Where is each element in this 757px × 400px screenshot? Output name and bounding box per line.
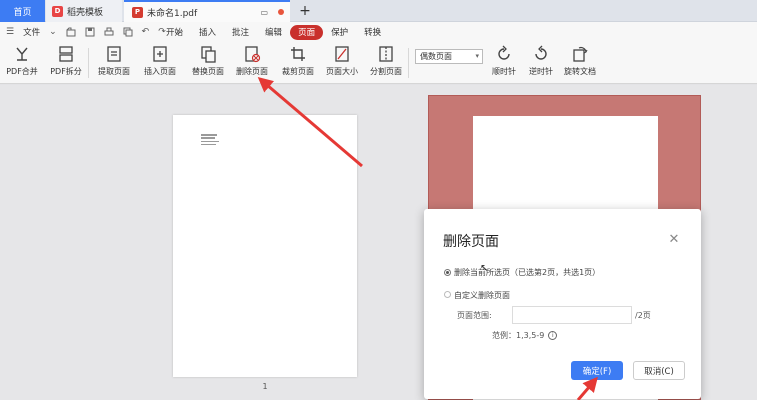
cancel-button[interactable]: 取消(C) — [633, 361, 685, 380]
tool-pdf-split-button[interactable]: PDF拆分 — [42, 45, 90, 77]
tool-replace-page-button[interactable]: 替换页面 — [184, 45, 232, 77]
page-size-icon — [335, 46, 349, 62]
menu-bar: ☰ 文件 ⌄ ↶ ↷ ⌄ 开始 插入 批注 编辑 页面 保护 转换 — [0, 22, 757, 42]
menu-tab-1[interactable]: 插入 — [191, 25, 224, 40]
docer-logo-icon: D — [52, 5, 63, 17]
tab-document[interactable]: P 未命名1.pdf ▭ — [124, 0, 290, 22]
open-folder-icon[interactable] — [66, 27, 76, 37]
tool-label: 替换页面 — [192, 67, 224, 76]
replace-page-icon — [201, 46, 216, 63]
tool-page-size-button[interactable]: 页面大小 — [318, 45, 366, 77]
save-icon[interactable] — [85, 27, 95, 37]
page-range-select-value: 偶数页面 — [420, 52, 452, 61]
page-range-total: /2页 — [635, 311, 651, 320]
tool-rotate-document-button[interactable]: 旋转文档 — [556, 45, 604, 77]
tab-template[interactable]: D 稻壳模板 — [46, 0, 122, 22]
menu-tabs: 开始 插入 批注 编辑 页面 保护 转换 — [158, 22, 389, 42]
dialog-title: 删除页面 — [443, 234, 499, 250]
unsaved-dot-icon[interactable] — [278, 9, 284, 15]
tool-label: 旋转文档 — [564, 67, 596, 76]
pdf-file-icon: P — [132, 6, 143, 18]
mouse-cursor-icon: ↖ — [480, 263, 489, 274]
ribbon-toolbar: PDF合并 PDF拆分 提取页面 插入页面 替换页面 删除页面 裁剪页面 页面大小 分割页面 顺时… — [0, 42, 757, 84]
tool-label: 插入页面 — [144, 67, 176, 76]
rotate-counterclockwise-icon — [535, 45, 547, 60]
close-icon[interactable]: ✕ — [667, 232, 681, 247]
rotate-document-icon — [573, 46, 588, 62]
tool-label: 裁剪页面 — [282, 67, 314, 76]
tool-split-page-button[interactable]: 分割页面 — [362, 45, 410, 77]
title-bar: 首页 D 稻壳模板 P 未命名1.pdf ▭ + — [0, 0, 757, 22]
tool-pdf-merge-button[interactable]: PDF合并 — [0, 45, 46, 77]
custom-delete-label[interactable]: 自定义删除页面 — [454, 290, 510, 301]
tool-label: 删除页面 — [236, 67, 268, 76]
split-page-icon — [379, 46, 393, 62]
tool-label: PDF拆分 — [50, 67, 82, 76]
menu-tab-2[interactable]: 批注 — [224, 25, 257, 40]
tool-label: 提取页面 — [98, 67, 130, 76]
wps-pdf-window: 首页 D 稻壳模板 P 未命名1.pdf ▭ + ☰ 文件 ⌄ ↶ ↷ ⌄ 开始… — [0, 0, 757, 400]
hamburger-icon[interactable]: ☰ — [6, 27, 14, 37]
delete-page-dialog: 删除页面 ✕ 删除当前所选页（已选第2页，共选1页） 自定义删除页面 页面范围:… — [424, 209, 701, 399]
delete-page-icon — [245, 46, 261, 63]
tab-home-label: 首页 — [13, 7, 32, 18]
tool-label: 逆时针 — [529, 67, 553, 76]
tab-template-label: 稻壳模板 — [67, 7, 104, 18]
custom-delete-radio[interactable] — [444, 291, 451, 298]
tab-home[interactable]: 首页 — [0, 0, 45, 22]
print-icon[interactable] — [104, 27, 114, 37]
extract-page-icon — [107, 46, 121, 62]
menu-tab-0[interactable]: 开始 — [158, 25, 191, 40]
info-icon[interactable]: i — [548, 331, 558, 340]
page-thumbnail-1[interactable] — [173, 115, 357, 377]
delete-selected-radio[interactable] — [444, 269, 451, 276]
tool-label: 页面大小 — [326, 67, 358, 76]
chevron-down-icon[interactable]: ⌄ — [49, 27, 57, 37]
page-range-select[interactable]: 偶数页面 ▾ — [415, 49, 483, 64]
copy-icon[interactable] — [123, 27, 133, 37]
insert-page-icon — [153, 46, 167, 62]
menu-tab-4[interactable]: 页面 — [290, 24, 324, 40]
crop-page-icon — [291, 47, 305, 61]
confirm-button[interactable]: 确定(F) — [571, 361, 623, 380]
tool-insert-page-button[interactable]: 插入页面 — [136, 45, 184, 77]
tool-crop-page-button[interactable]: 裁剪页面 — [274, 45, 322, 77]
menu-tab-6[interactable]: 转换 — [356, 25, 389, 40]
rotate-clockwise-icon — [498, 45, 510, 60]
chevron-down-icon: ▾ — [475, 52, 479, 60]
tool-label: 顺时针 — [492, 67, 516, 76]
pdf-split-icon — [59, 46, 73, 62]
page-range-label: 页面范围: — [457, 311, 492, 320]
page-range-input[interactable] — [512, 306, 632, 324]
ribbon-separator — [408, 48, 409, 78]
range-example: 范例：1,3,5-9 i — [492, 330, 558, 341]
delete-selected-label[interactable]: 删除当前所选页（已选第2页，共选1页） — [454, 267, 600, 278]
menu-tab-5[interactable]: 保护 — [323, 25, 356, 40]
ribbon-separator — [88, 48, 89, 78]
file-menu[interactable]: 文件 — [23, 26, 40, 38]
page-text-lines — [201, 134, 221, 147]
pdf-merge-icon — [16, 47, 28, 61]
tab-document-label: 未命名1.pdf — [147, 8, 198, 19]
page-number-label: 1 — [262, 382, 268, 391]
undo-icon[interactable]: ↶ — [142, 27, 150, 37]
tool-delete-page-button[interactable]: 删除页面 — [228, 45, 276, 77]
new-tab-button[interactable]: + — [296, 0, 314, 22]
menu-tab-3[interactable]: 编辑 — [257, 25, 290, 40]
tool-label: PDF合并 — [6, 67, 38, 76]
monitor-icon[interactable]: ▭ — [260, 8, 268, 17]
range-example-text: 范例：1,3,5-9 — [492, 331, 545, 340]
tool-label: 分割页面 — [370, 67, 402, 76]
tool-extract-page-button[interactable]: 提取页面 — [90, 45, 138, 77]
